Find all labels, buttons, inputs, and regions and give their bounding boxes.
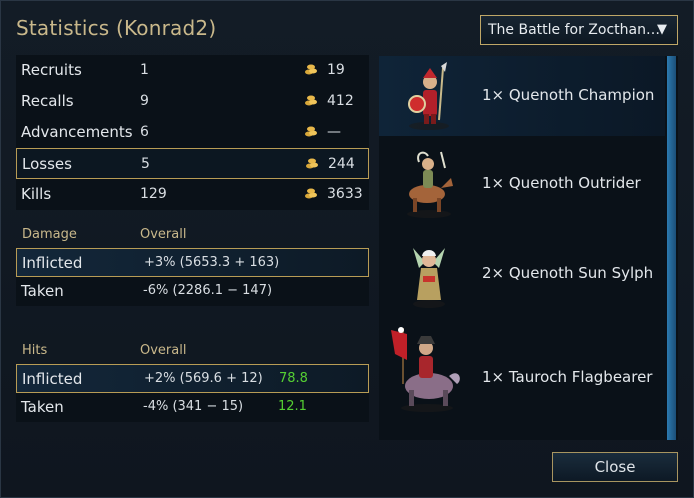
unit-list-item[interactable]: 1× Quenoth Champion — [379, 56, 665, 136]
unit-name: 2× Quenoth Sun Sylph — [482, 264, 654, 282]
scenario-dropdown-value: The Battle for Zocthan… — [488, 22, 660, 38]
hits-value: -4% (341 − 15) — [143, 399, 244, 414]
gold-icon — [305, 188, 317, 199]
hits-label: Taken — [21, 398, 64, 416]
unit-list-item[interactable]: 1× Tauroch Flagbearer — [379, 324, 665, 412]
hits-row-inflicted[interactable]: Inflicted +2% (569.6 + 12) 78.8 — [16, 364, 369, 393]
damage-label: Inflicted — [22, 254, 83, 272]
hits-value: +2% (569.6 + 12) — [144, 371, 263, 386]
quenoth-outrider-portrait-icon — [407, 151, 453, 218]
unit-name: 1× Quenoth Champion — [482, 86, 655, 104]
hits-heading: Hits — [22, 343, 48, 358]
unit-list: 1× Quenoth Champion 1× Quenoth Outrider … — [379, 56, 678, 440]
stats-row-recalls[interactable]: Recalls 9 412 — [16, 86, 369, 117]
gold-icon — [305, 95, 317, 106]
damage-value: -6% (2286.1 − 147) — [143, 283, 273, 298]
hits-percentage: 12.1 — [278, 399, 307, 414]
scenario-dropdown[interactable]: The Battle for Zocthan… ▼ — [480, 15, 678, 45]
quenoth-champion-portrait-icon — [408, 62, 449, 130]
quenoth-sun-sylph-portrait-icon — [413, 248, 445, 308]
stats-row-recruits[interactable]: Recruits 1 19 — [16, 55, 369, 86]
stats-label: Advancements — [21, 123, 133, 141]
dialog-title: Statistics (Konrad2) — [16, 16, 217, 40]
stats-gold: 244 — [328, 156, 355, 172]
unit-name: 1× Quenoth Outrider — [482, 174, 641, 192]
unit-list-scrollbar[interactable] — [667, 56, 676, 440]
unit-name: 1× Tauroch Flagbearer — [482, 368, 653, 386]
stats-table: Recruits 1 19 Recalls 9 412 Advancements… — [16, 55, 369, 210]
damage-heading: Damage — [22, 227, 77, 242]
stats-label: Recruits — [21, 61, 82, 79]
close-button[interactable]: Close — [552, 452, 678, 482]
hits-column-overall: Overall — [140, 343, 187, 358]
stats-row-kills[interactable]: Kills 129 3633 — [16, 179, 369, 210]
stats-gold: — — [327, 124, 341, 140]
gold-icon — [305, 64, 317, 75]
stats-count: 129 — [140, 186, 167, 202]
damage-row-taken[interactable]: Taken -6% (2286.1 − 147) — [16, 277, 369, 306]
gold-icon — [306, 158, 318, 169]
stats-count: 6 — [140, 124, 149, 140]
stats-label: Kills — [21, 185, 52, 203]
stats-count: 5 — [141, 156, 150, 172]
damage-column-overall: Overall — [140, 227, 187, 242]
hits-row-taken[interactable]: Taken -4% (341 − 15) 12.1 — [16, 393, 369, 422]
chevron-down-icon: ▼ — [657, 22, 667, 37]
damage-value: +3% (5653.3 + 163) — [144, 255, 280, 270]
unit-list-item[interactable]: 2× Quenoth Sun Sylph — [379, 234, 665, 314]
damage-row-inflicted[interactable]: Inflicted +3% (5653.3 + 163) — [16, 248, 369, 277]
stats-gold: 412 — [327, 93, 354, 109]
stats-label: Losses — [22, 155, 72, 173]
gold-icon — [305, 126, 317, 137]
stats-gold: 19 — [327, 62, 345, 78]
hits-label: Inflicted — [22, 370, 83, 388]
stats-label: Recalls — [21, 92, 74, 110]
unit-list-item[interactable]: 1× Quenoth Outrider — [379, 144, 665, 224]
stats-gold: 3633 — [327, 186, 363, 202]
stats-count: 9 — [140, 93, 149, 109]
stats-row-advancements[interactable]: Advancements 6 — — [16, 117, 369, 148]
damage-label: Taken — [21, 282, 64, 300]
stats-row-losses[interactable]: Losses 5 244 — [16, 148, 369, 179]
stats-count: 1 — [140, 62, 149, 78]
tauroch-flagbearer-portrait-icon — [391, 327, 460, 412]
hits-percentage: 78.8 — [279, 371, 308, 386]
